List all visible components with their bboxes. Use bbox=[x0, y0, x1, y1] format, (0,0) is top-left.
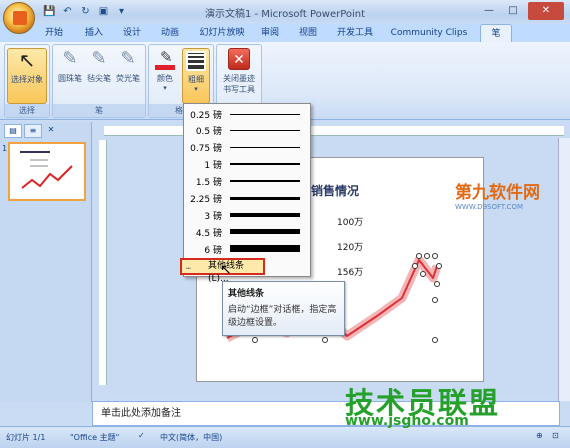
maximize-icon[interactable]: □ bbox=[502, 2, 524, 20]
felt-pen-icon: ✎ bbox=[91, 48, 107, 69]
tab-insert[interactable]: 插入 bbox=[76, 24, 112, 42]
close-x-icon: ✕ bbox=[228, 48, 250, 70]
weight-dropdown-icon: ▾ bbox=[194, 85, 198, 93]
weight-option[interactable]: 0.25 磅 bbox=[184, 106, 310, 122]
close-ink-label-2: 书写工具 bbox=[223, 85, 255, 94]
dashed-lines-icon: ┅ bbox=[186, 264, 191, 273]
mouse-pointer-icon: ↖ bbox=[220, 262, 232, 278]
vertical-ruler bbox=[99, 140, 107, 385]
ballpoint-pen-label: 圆珠笔 bbox=[58, 74, 82, 83]
office-logo-icon bbox=[13, 11, 27, 25]
status-slide-index: 幻灯片 1/1 bbox=[6, 433, 46, 442]
tab-community-clips[interactable]: Community Clips bbox=[386, 24, 472, 42]
color-dropdown-icon: ▾ bbox=[163, 84, 167, 92]
felt-tip-pen-button[interactable]: ✎ 毡尖笔 bbox=[85, 48, 113, 84]
watermark-bottom-url: www.jsgho.com bbox=[345, 413, 469, 429]
watermark-bottom-logo: 技术员联盟 bbox=[345, 386, 501, 420]
fit-window-icon[interactable]: ⊡ bbox=[552, 431, 559, 440]
close-ink-tools-button[interactable]: ✕ 关闭墨迹 书写工具 bbox=[219, 48, 259, 95]
line-weight-icon bbox=[186, 51, 206, 71]
group-pens-label: 笔 bbox=[53, 104, 145, 117]
weight-button[interactable]: 粗细 ▾ bbox=[182, 48, 210, 104]
tab-home[interactable]: 开始 bbox=[36, 24, 72, 42]
tab-pens[interactable]: 笔 bbox=[480, 24, 512, 42]
tooltip-body: 启动“边框”对话框，指定高级边框设置。 bbox=[228, 305, 337, 328]
office-button[interactable] bbox=[3, 2, 35, 34]
slides-tab-icon[interactable]: ▤ bbox=[4, 124, 22, 138]
status-language[interactable]: 中文(简体，中国) bbox=[160, 432, 222, 443]
color-button[interactable]: ✎ 颜色 ▾ bbox=[152, 48, 178, 92]
pane-close-icon[interactable]: ✕ bbox=[44, 124, 58, 138]
color-label: 颜色 bbox=[157, 74, 173, 83]
group-select: ↖ 选择对象 选择 bbox=[4, 44, 50, 118]
weight-option[interactable]: 3 磅 bbox=[184, 207, 310, 223]
close-icon[interactable]: ✕ bbox=[528, 2, 564, 20]
weight-dropdown-menu: 0.25 磅 0.5 磅 0.75 磅 1 磅 1.5 磅 2.25 磅 3 磅… bbox=[180, 103, 311, 284]
minimize-icon[interactable]: — bbox=[478, 2, 500, 20]
ink-color-icon: ✎ bbox=[154, 48, 176, 70]
weight-option[interactable]: 1.5 磅 bbox=[184, 173, 310, 189]
weight-option[interactable]: 0.5 磅 bbox=[184, 122, 310, 138]
cursor-arrow-icon: ↖ bbox=[18, 48, 36, 72]
watermark-top-logo: 第九软件网 WWW.D9SOFT.COM bbox=[455, 183, 540, 211]
zoom-in-icon[interactable]: ⊕ bbox=[536, 431, 543, 440]
felt-tip-pen-label: 毡尖笔 bbox=[87, 74, 111, 83]
ballpoint-pen-button[interactable]: ✎ 圆珠笔 bbox=[56, 48, 84, 84]
weight-option[interactable]: 1 磅 bbox=[184, 156, 310, 172]
weight-option[interactable]: 0.75 磅 bbox=[184, 139, 310, 155]
tab-design[interactable]: 设计 bbox=[114, 24, 150, 42]
pane-tabs: ▤ ≡ ✕ bbox=[4, 124, 88, 138]
status-theme[interactable]: "Office 主题" bbox=[70, 432, 119, 443]
thumbnail-chart-icon bbox=[20, 151, 73, 189]
vertical-scrollbar[interactable] bbox=[558, 138, 570, 401]
tooltip-title: 其他线条 bbox=[228, 289, 265, 299]
slide-number: 1 bbox=[2, 144, 8, 153]
weight-option[interactable]: 6 磅 bbox=[184, 241, 310, 257]
highlighter-icon: ✎ bbox=[120, 48, 136, 69]
tab-animation[interactable]: 动画 bbox=[152, 24, 188, 42]
tab-developer[interactable]: 开发工具 bbox=[330, 24, 380, 42]
slide-thumbnail[interactable] bbox=[8, 142, 86, 201]
tab-view[interactable]: 视图 bbox=[290, 24, 326, 42]
horizontal-ruler bbox=[104, 126, 564, 136]
spellcheck-icon[interactable]: ✓ bbox=[138, 431, 145, 440]
group-pens: ✎ 圆珠笔 ✎ 毡尖笔 ✎ 荧光笔 笔 bbox=[52, 44, 146, 118]
pen-icon: ✎ bbox=[62, 48, 78, 69]
select-object-label: 选择对象 bbox=[11, 75, 43, 84]
weight-option[interactable]: 4.5 磅 bbox=[184, 224, 310, 240]
tooltip: 其他线条 启动“边框”对话框，指定高级边框设置。 bbox=[222, 281, 345, 336]
tab-review[interactable]: 审阅 bbox=[254, 24, 286, 42]
group-select-label: 选择 bbox=[5, 104, 49, 117]
highlighter-button[interactable]: ✎ 荧光笔 bbox=[114, 48, 142, 84]
select-object-button[interactable]: ↖ 选择对象 bbox=[7, 48, 47, 104]
close-ink-label-1: 关闭墨迹 bbox=[223, 74, 255, 83]
weight-label: 粗细 bbox=[188, 75, 204, 84]
tab-slideshow[interactable]: 幻灯片放映 bbox=[194, 24, 250, 42]
weight-option[interactable]: 2.25 磅 bbox=[184, 190, 310, 206]
outline-tab-icon[interactable]: ≡ bbox=[24, 124, 42, 138]
highlighter-label: 荧光笔 bbox=[116, 74, 140, 83]
